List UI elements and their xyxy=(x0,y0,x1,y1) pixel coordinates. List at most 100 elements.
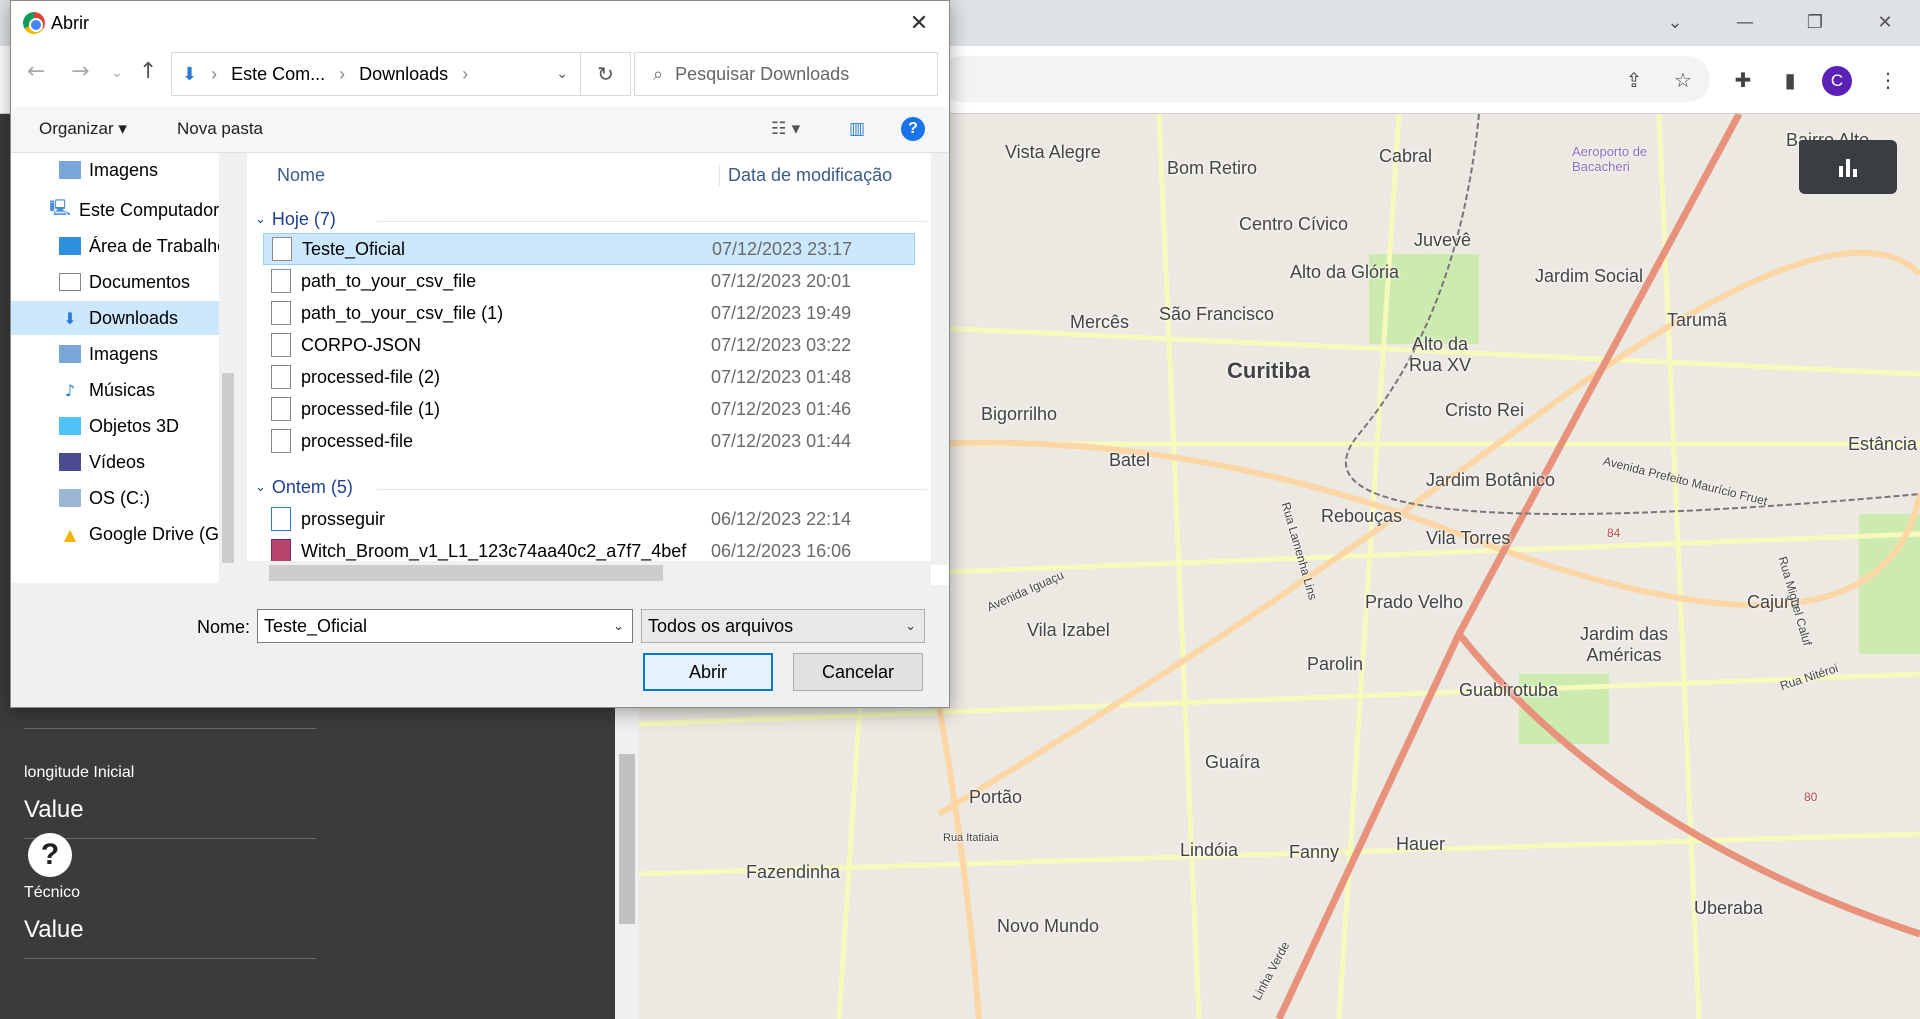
scrollbar-thumb[interactable] xyxy=(269,565,663,581)
file-row[interactable]: processed-file 07/12/2023 01:44 xyxy=(263,425,915,457)
scrollbar-thumb[interactable] xyxy=(222,373,234,563)
nav-item[interactable]: Documentos xyxy=(59,265,190,299)
search-placeholder: Pesquisar Downloads xyxy=(675,63,850,84)
map-label: Hauer xyxy=(1396,834,1446,854)
collapse-chevron-icon: ⌄ xyxy=(255,212,266,227)
group-header[interactable]: ⌄ Ontem (5) xyxy=(255,477,353,498)
filename-label: Nome: xyxy=(197,617,251,637)
nav-item[interactable]: Imagens xyxy=(59,153,158,187)
scrollbar-thumb[interactable] xyxy=(619,754,635,924)
field-value[interactable]: Value xyxy=(24,790,316,838)
open-file-dialog: Abrir ✕ ← → ⌄ ↑ ⬇ › Este Com... › Downlo… xyxy=(10,0,950,708)
refresh-icon[interactable]: ↻ xyxy=(581,52,631,96)
map-label: Rua Itatiaia xyxy=(943,832,999,844)
restore-icon[interactable]: ❐ xyxy=(1780,0,1850,44)
nav-item[interactable]: ♪ Músicas xyxy=(59,373,155,407)
nav-scrollbar[interactable] xyxy=(219,153,237,583)
preview-pane-icon[interactable]: ▥ xyxy=(849,119,865,139)
open-button[interactable]: Abrir xyxy=(643,653,773,691)
map-label: Fanny xyxy=(1289,842,1340,862)
dialog-footer: Nome: Teste_Oficial ⌄ Todos os arquivos ⌄ … xyxy=(11,585,949,707)
nav-item[interactable]: Área de Trabalho xyxy=(59,229,227,263)
new-folder-button[interactable]: Nova pasta xyxy=(177,119,263,139)
chevron-down-icon[interactable]: ⌄ xyxy=(613,619,624,634)
dialog-close-icon[interactable]: ✕ xyxy=(899,5,939,41)
navigation-pane: Imagens 🖳 Este Computador Área de Trabalh… xyxy=(11,153,233,583)
breadcrumb-item[interactable]: Este Com... xyxy=(231,64,325,85)
breadcrumb[interactable]: ⬇ › Este Com... › Downloads › ⌄ xyxy=(171,52,581,96)
nav-item[interactable]: OS (C:) xyxy=(59,481,150,515)
forward-arrow-icon[interactable]: → xyxy=(71,59,89,84)
file-row[interactable]: processed-file (1) 07/12/2023 01:46 xyxy=(263,393,915,425)
map-label: Guaíra xyxy=(1205,752,1261,772)
map-label: 84 xyxy=(1607,526,1621,540)
pictures-icon xyxy=(59,345,81,363)
desktop-icon xyxy=(59,237,81,255)
videos-icon xyxy=(59,453,81,471)
group-header[interactable]: ⌄ Hoje (7) xyxy=(255,209,336,230)
search-input[interactable]: ⌕ Pesquisar Downloads xyxy=(634,52,938,96)
extensions-icon[interactable]: ✚ xyxy=(1723,60,1763,100)
file-list-hscrollbar[interactable] xyxy=(247,561,931,585)
file-row[interactable]: path_to_your_csv_file 07/12/2023 20:01 xyxy=(263,265,915,297)
share-icon[interactable]: ⇪ xyxy=(1614,60,1654,100)
file-row[interactable]: processed-file (2) 07/12/2023 01:48 xyxy=(263,361,915,393)
nav-item[interactable]: 🖳 Este Computador xyxy=(49,193,219,227)
column-header-date[interactable]: Data de modificação xyxy=(719,165,892,186)
organize-button[interactable]: Organizar ▾ xyxy=(39,119,127,139)
cancel-button[interactable]: Cancelar xyxy=(793,653,923,691)
map-label: Estância P xyxy=(1848,434,1920,454)
nav-item[interactable]: Objetos 3D xyxy=(59,409,179,443)
back-arrow-icon[interactable]: ← xyxy=(27,59,45,84)
map-label: Prado Velho xyxy=(1365,592,1464,612)
help-button[interactable]: ? xyxy=(28,833,72,877)
nav-item[interactable]: Vídeos xyxy=(59,445,145,479)
computer-icon: 🖳 xyxy=(49,197,71,217)
chart-toggle-button[interactable] xyxy=(1799,140,1897,194)
nav-item[interactable]: ▲ Google Drive (G: xyxy=(59,517,224,551)
file-list-scrollbar[interactable] xyxy=(931,153,949,565)
breadcrumb-item[interactable]: Downloads xyxy=(359,64,448,85)
recent-chevron-icon[interactable]: ⌄ xyxy=(111,65,123,81)
bookmark-star-icon[interactable]: ☆ xyxy=(1663,60,1703,100)
file-icon xyxy=(271,507,291,531)
up-arrow-icon[interactable]: ↑ xyxy=(139,59,157,84)
map-label: Aeroporto de Bacacheri xyxy=(1572,144,1648,174)
file-type-select[interactable]: Todos os arquivos ⌄ xyxy=(641,609,925,643)
address-row: ← → ⌄ ↑ ⬇ › Este Com... › Downloads › ⌄ … xyxy=(11,45,949,107)
file-row[interactable]: prosseguir 06/12/2023 22:14 xyxy=(263,503,915,535)
map-label: Curitiba xyxy=(1227,358,1311,383)
nav-item-downloads[interactable]: ⬇ Downloads xyxy=(11,301,219,335)
chevron-down-icon: ⌄ xyxy=(905,618,916,634)
window-controls: ⌄ — ❐ ✕ xyxy=(1640,0,1920,44)
map-label: Guabirotuba xyxy=(1459,680,1559,700)
map-label: Bom Retiro xyxy=(1167,158,1258,178)
file-icon xyxy=(271,333,291,357)
menu-kebab-icon[interactable]: ⋮ xyxy=(1868,60,1908,100)
file-row[interactable]: Teste_Oficial 07/12/2023 23:17 xyxy=(263,233,915,265)
map-label: Alto da Rua XV xyxy=(1408,334,1472,375)
archive-file-icon xyxy=(271,539,291,563)
profile-avatar[interactable]: C xyxy=(1822,66,1852,96)
address-bar[interactable] xyxy=(940,56,1710,102)
map-label: Jardim das Américas xyxy=(1579,624,1669,665)
help-icon[interactable]: ? xyxy=(901,117,925,141)
music-icon: ♪ xyxy=(64,380,76,400)
minimize-icon[interactable]: — xyxy=(1710,0,1780,44)
file-icon xyxy=(271,365,291,389)
file-row[interactable]: path_to_your_csv_file (1) 07/12/2023 19:4… xyxy=(263,297,915,329)
file-row[interactable]: CORPO-JSON 07/12/2023 03:22 xyxy=(263,329,915,361)
field-value[interactable]: Value xyxy=(24,910,316,958)
map-label: Cristo Rei xyxy=(1445,400,1525,420)
downloads-icon: ⬇ xyxy=(63,308,77,328)
file-icon xyxy=(271,301,291,325)
close-window-icon[interactable]: ✕ xyxy=(1850,0,1920,44)
side-panel-icon[interactable]: ▮ xyxy=(1770,60,1810,100)
tab-search-icon[interactable]: ⌄ xyxy=(1640,0,1710,44)
view-options-icon[interactable]: ☷ ▾ xyxy=(771,119,800,139)
nav-item[interactable]: Imagens xyxy=(59,337,158,371)
column-header-name[interactable]: Nome xyxy=(277,165,325,186)
bar-chart-icon xyxy=(1839,159,1857,177)
filename-input[interactable]: Teste_Oficial ⌄ xyxy=(257,609,633,643)
address-dropdown-icon[interactable]: ⌄ xyxy=(556,66,568,82)
